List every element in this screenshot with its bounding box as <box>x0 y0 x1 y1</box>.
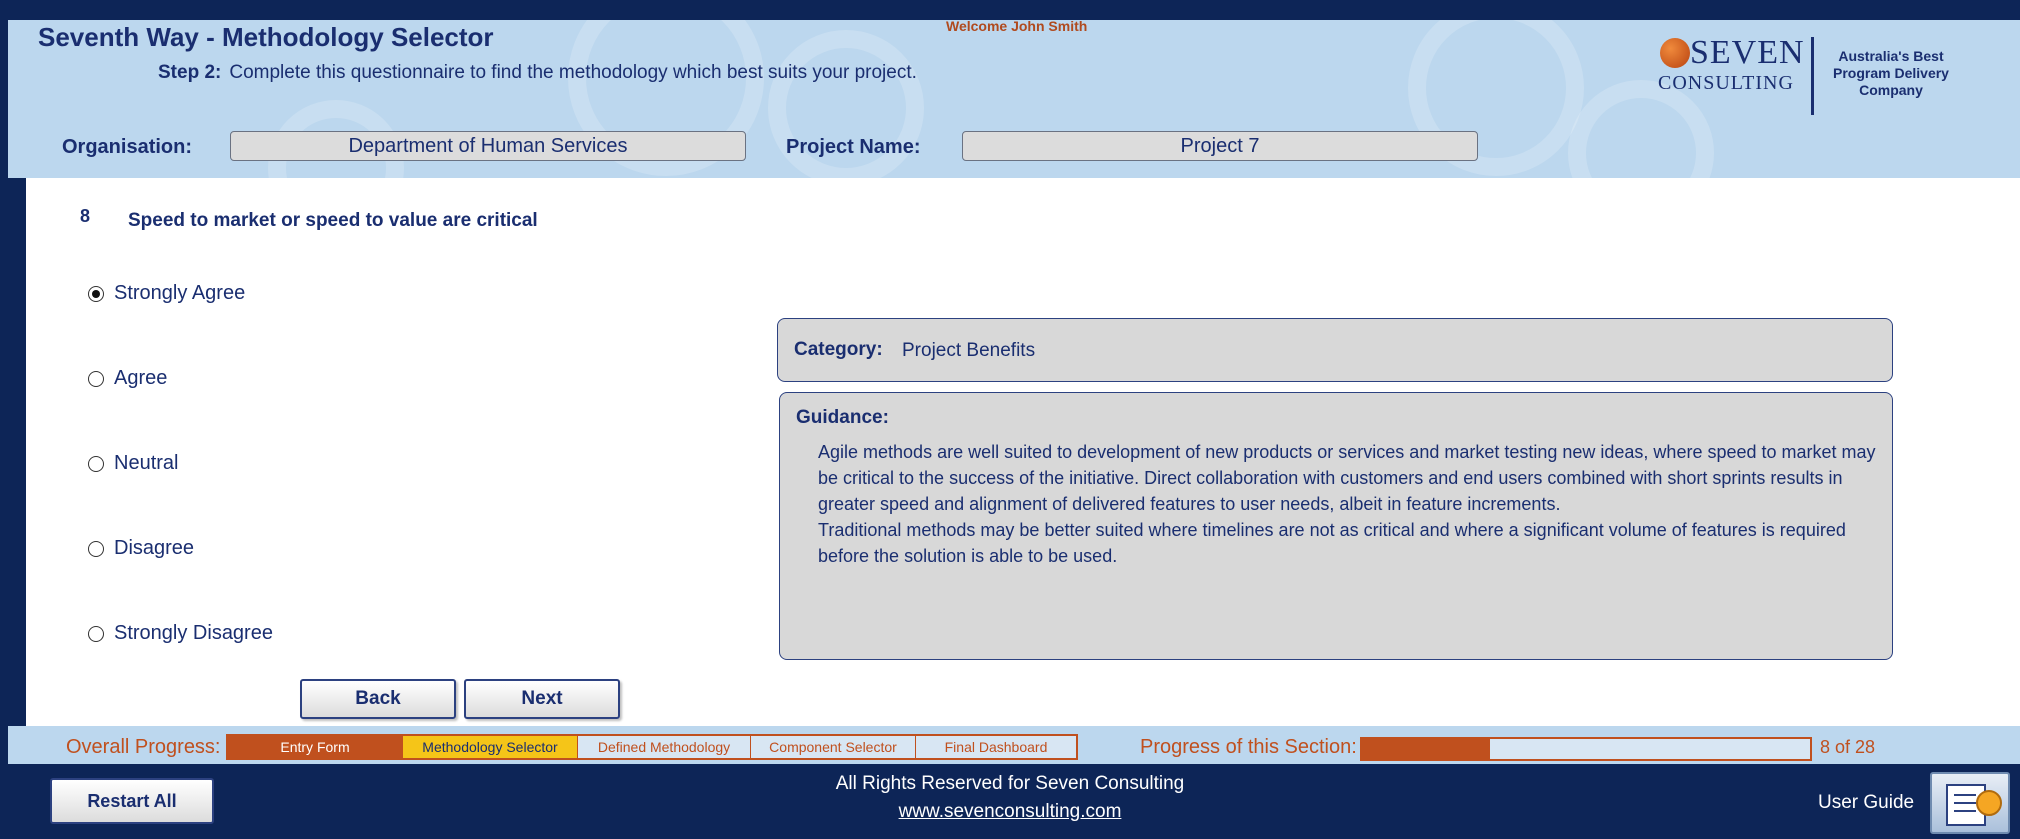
project-name-label: Project Name: <box>786 136 921 158</box>
step-text: Complete this questionnaire to find the … <box>229 62 917 83</box>
radio-selected-icon[interactable] <box>88 285 104 302</box>
section-progress-bar <box>1360 737 1812 761</box>
welcome-text: Welcome John Smith <box>946 18 1088 34</box>
guidance-box: Guidance: Agile methods are well suited … <box>779 392 1893 660</box>
book-line <box>1954 810 1976 812</box>
guidance-label: Guidance: <box>796 407 889 428</box>
option-label: Agree <box>114 367 168 389</box>
category-label: Category: <box>794 339 883 360</box>
overall-progress-stages: Entry Form Methodology Selector Defined … <box>226 734 1078 760</box>
user-guide-icon[interactable] <box>1930 772 2010 834</box>
overall-progress-label: Overall Progress: <box>66 736 221 758</box>
footer-rights: All Rights Reserved for Seven Consulting <box>835 773 1185 794</box>
logo-divider <box>1811 37 1814 115</box>
radio-icon[interactable] <box>88 370 104 387</box>
option-strongly-disagree[interactable]: Strongly Disagree <box>88 622 273 645</box>
option-label: Neutral <box>114 452 179 474</box>
stage-methodology-selector: Methodology Selector <box>403 736 578 758</box>
help-bubble-icon <box>1976 790 2002 816</box>
footer: All Rights Reserved for Seven Consulting… <box>700 770 1320 826</box>
organisation-label: Organisation: <box>62 136 193 158</box>
next-button[interactable]: Next <box>464 679 620 719</box>
section-progress-count: 8 of 28 <box>1820 737 1876 757</box>
guidance-text: Agile methods are well suited to develop… <box>818 442 1876 566</box>
question-number: 8 <box>80 206 91 226</box>
user-guide-label: User Guide <box>1818 792 1915 813</box>
organisation-field[interactable]: Department of Human Services <box>230 131 746 161</box>
stage-component-selector: Component Selector <box>751 736 916 758</box>
radio-icon[interactable] <box>88 625 104 642</box>
option-label: Strongly Agree <box>114 282 246 304</box>
category-box: Category: Project Benefits <box>777 318 1893 382</box>
category-value: Project Benefits <box>902 340 1036 361</box>
logo-brand-top: SEVEN <box>1690 34 1805 71</box>
option-agree[interactable]: Agree <box>88 367 167 390</box>
option-neutral[interactable]: Neutral <box>88 452 178 475</box>
step-label: Step 2: <box>158 62 222 83</box>
option-label: Disagree <box>114 537 195 559</box>
question-text: Speed to market or speed to value are cr… <box>128 210 538 231</box>
book-line <box>1954 794 1976 796</box>
section-progress-fill <box>1362 739 1491 759</box>
back-button[interactable]: Back <box>300 679 456 719</box>
stage-final-dashboard: Final Dashboard <box>916 736 1076 758</box>
option-disagree[interactable]: Disagree <box>88 537 194 560</box>
stage-entry-form: Entry Form <box>228 736 403 758</box>
option-strongly-agree[interactable]: Strongly Agree <box>88 282 245 305</box>
book-line <box>1954 802 1976 804</box>
restart-all-button[interactable]: Restart All <box>50 778 214 824</box>
project-name-field[interactable]: Project 7 <box>962 131 1478 161</box>
logo-mark-icon <box>1660 38 1690 68</box>
logo-brand-bottom: CONSULTING <box>1658 72 1794 94</box>
radio-icon[interactable] <box>88 455 104 472</box>
logo-tagline: Australia's Best Program Delivery Compan… <box>1833 48 1949 98</box>
section-progress-label: Progress of this Section: <box>1140 736 1357 758</box>
stage-defined-methodology: Defined Methodology <box>578 736 751 758</box>
step-instruction: Step 2: Complete this questionnaire to fi… <box>158 62 917 84</box>
radio-icon[interactable] <box>88 540 104 557</box>
footer-website-link[interactable]: www.sevenconsulting.com <box>700 798 1320 826</box>
option-label: Strongly Disagree <box>114 622 273 644</box>
page-title: Seventh Way - Methodology Selector <box>38 22 494 52</box>
